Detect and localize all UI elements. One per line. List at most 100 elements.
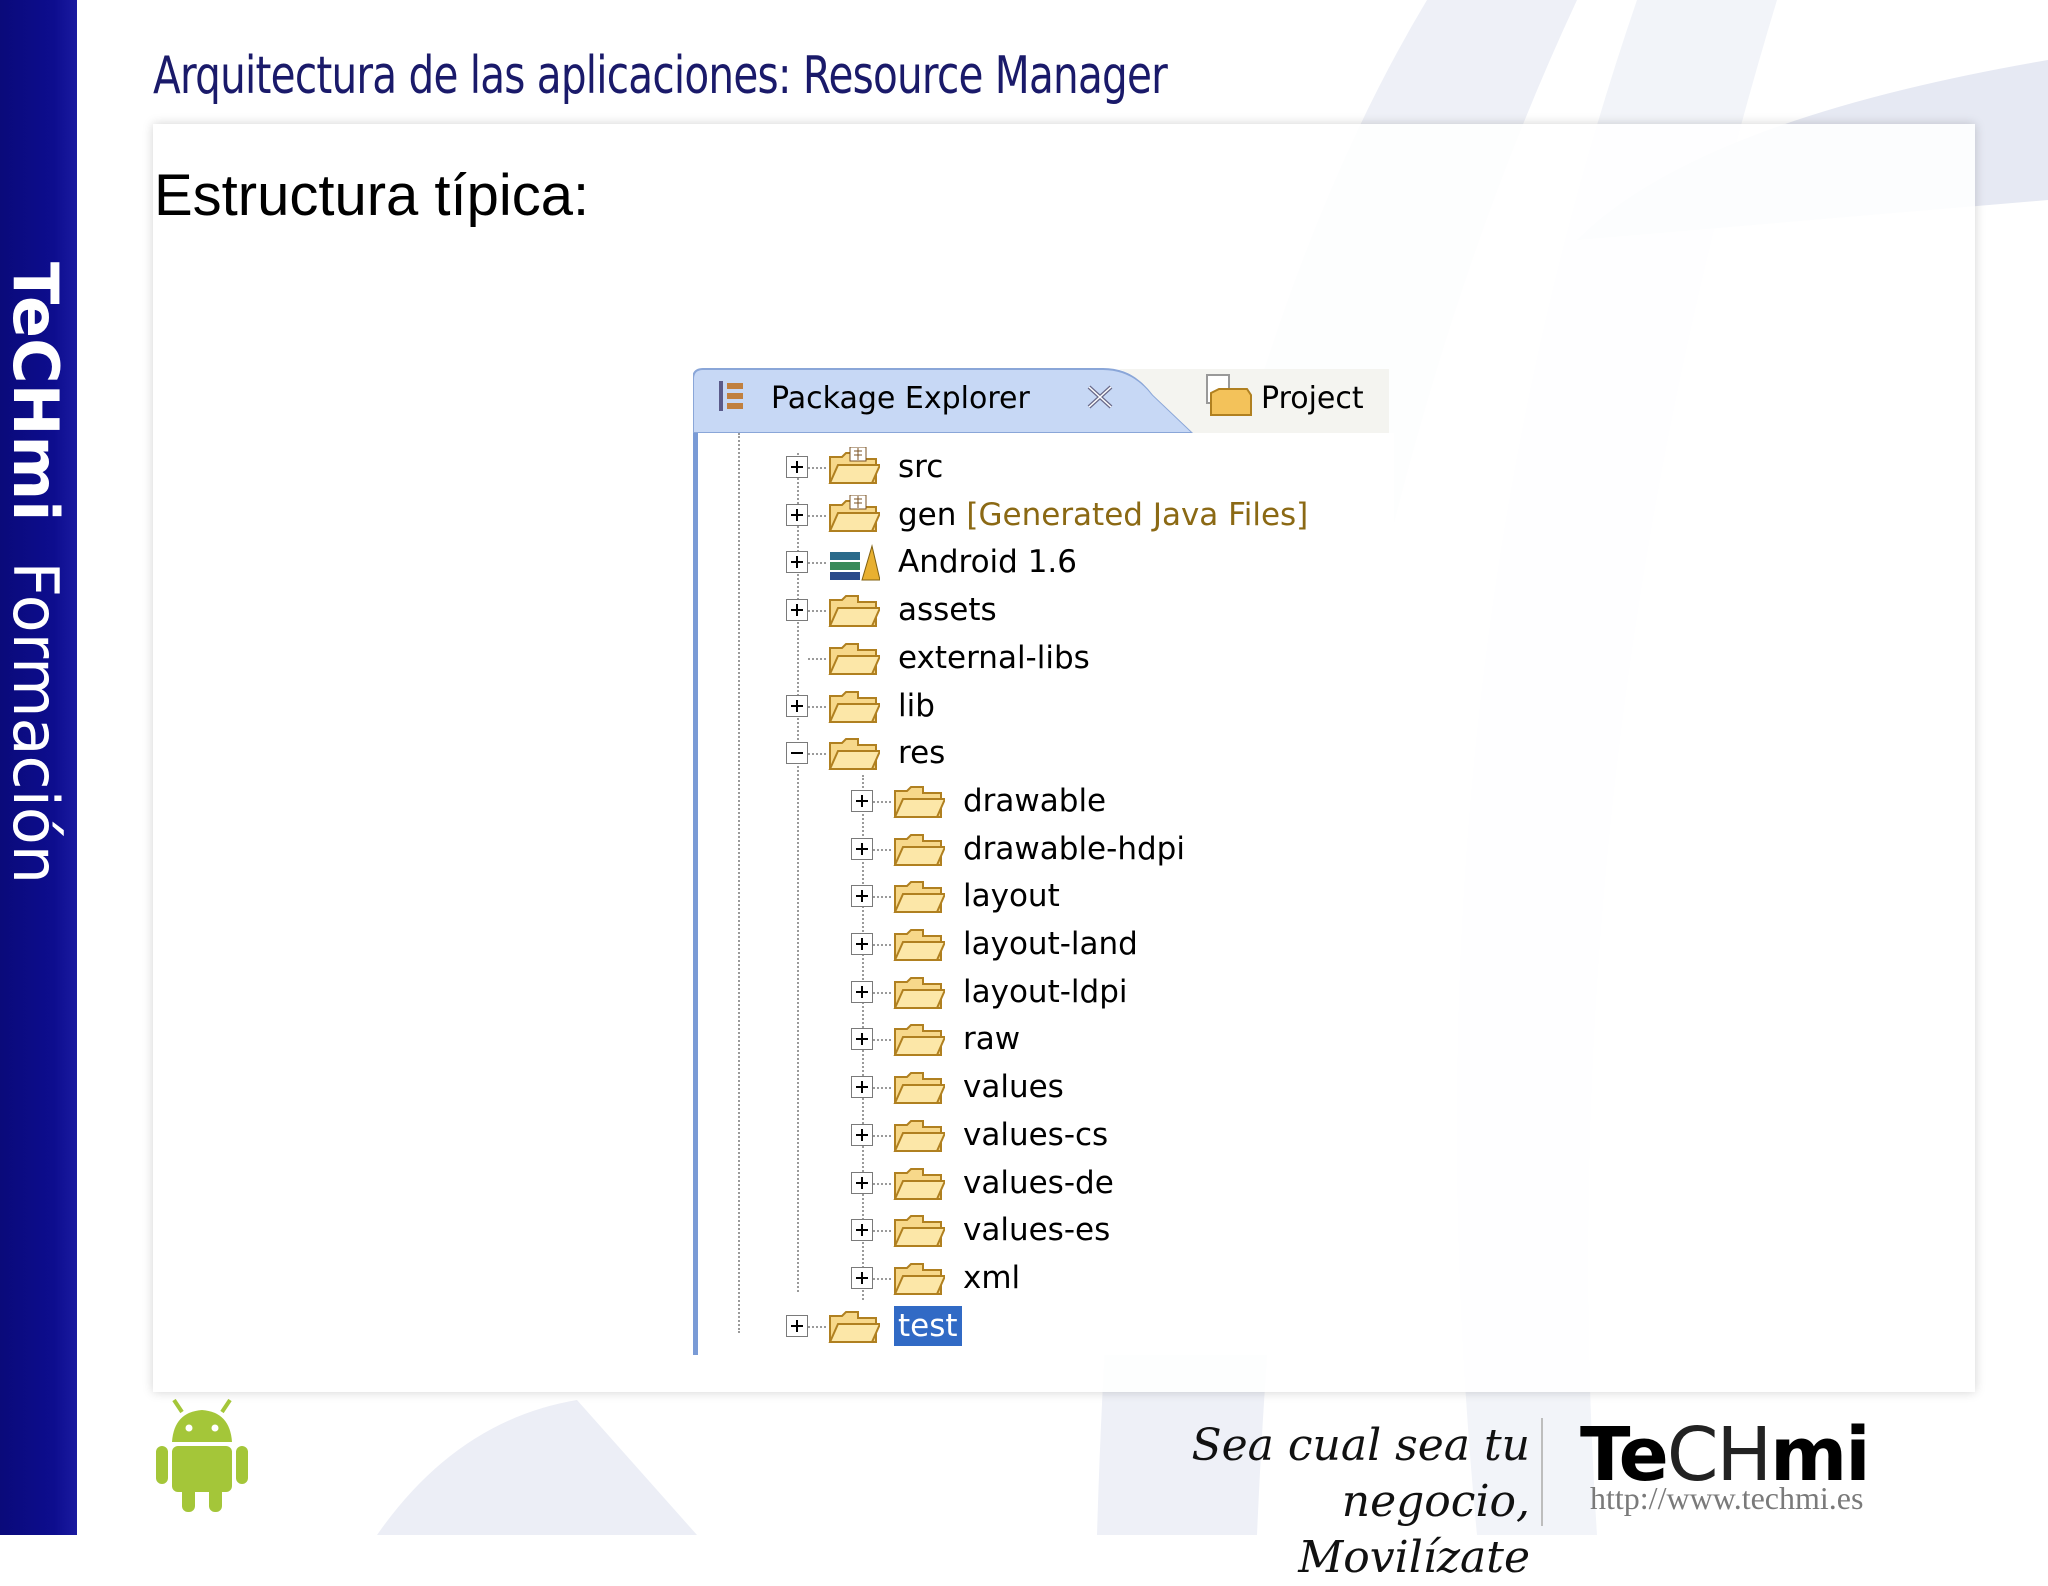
- tree-item-lib[interactable]: lib: [786, 684, 939, 728]
- tree-item-label: values: [963, 1069, 1064, 1106]
- tree-item-label: Android 1.6: [898, 544, 1078, 581]
- tree-item-values-es[interactable]: values-es: [851, 1208, 1114, 1252]
- project-tree: src gen [Generated Java Files] Android 1.6 a…: [693, 433, 1394, 1355]
- tree-item-label: xml: [963, 1259, 1021, 1296]
- tree-item-label: test: [894, 1305, 962, 1346]
- source-folder-icon: [828, 447, 880, 484]
- tree-item-label: values-de: [963, 1164, 1114, 1201]
- tab-package-explorer[interactable]: Package Explorer: [693, 365, 1143, 433]
- tree-item-label: src: [898, 449, 944, 485]
- folder-icon: [893, 1119, 945, 1152]
- tree-item-test[interactable]: test: [786, 1304, 962, 1348]
- expand-icon[interactable]: [786, 551, 808, 574]
- tree-item-label: layout-land: [963, 926, 1138, 962]
- tree-item-label: gen: [898, 496, 957, 533]
- expand-icon[interactable]: [851, 885, 873, 908]
- tree-item-layout-ldpi[interactable]: layout-ldpi: [851, 970, 1132, 1014]
- expand-icon[interactable]: [851, 1219, 873, 1242]
- view-tab-bar: Package Explorer Project: [693, 365, 1389, 433]
- website-url[interactable]: http://www.techmi.es: [1590, 1480, 1863, 1517]
- tree-item-label: values-es: [963, 1212, 1111, 1249]
- tree-item-label: layout: [963, 878, 1060, 915]
- expand-icon[interactable]: [786, 1314, 808, 1337]
- left-brand-bar: TeCHmi Formación: [0, 0, 77, 1535]
- android-robot-icon: [156, 1398, 248, 1512]
- tree-item-drawable-hdpi[interactable]: drawable-hdpi: [851, 827, 1189, 871]
- folder-icon: [893, 881, 945, 914]
- expand-icon[interactable]: [786, 503, 808, 526]
- tree-item-decoration: [Generated Java Files]: [966, 496, 1309, 533]
- folder-icon: [828, 690, 880, 723]
- package-explorer-icon: [719, 381, 743, 411]
- expand-icon[interactable]: [851, 1123, 873, 1146]
- collapse-icon[interactable]: [786, 742, 808, 765]
- folder-icon: [893, 1215, 945, 1248]
- tree-item-layout-land[interactable]: layout-land: [851, 922, 1142, 966]
- folder-icon: [828, 1310, 880, 1343]
- tree-item-label: values-cs: [963, 1116, 1109, 1153]
- expand-icon[interactable]: [786, 456, 808, 478]
- expand-icon[interactable]: [851, 933, 873, 955]
- expand-icon[interactable]: [851, 1171, 873, 1194]
- tree-item-raw[interactable]: raw: [851, 1017, 1024, 1061]
- project-icon: [1206, 374, 1252, 416]
- close-icon[interactable]: [1083, 383, 1117, 411]
- slogan-line-1: Sea cual sea tu negocio,: [1191, 1420, 1530, 1527]
- expand-icon[interactable]: [851, 837, 873, 860]
- library-icon: [830, 544, 880, 581]
- tree-item-gen[interactable]: gen [Generated Java Files]: [786, 493, 1308, 537]
- folder-icon: [828, 738, 880, 771]
- folder-icon: [893, 1262, 945, 1295]
- folder-icon: [828, 595, 880, 628]
- folder-icon: [893, 1072, 945, 1105]
- expand-icon[interactable]: [786, 694, 808, 717]
- footer-divider: [1541, 1418, 1543, 1526]
- tree-item-values-cs[interactable]: values-cs: [851, 1113, 1112, 1157]
- slogan: Sea cual sea tu negocio, Movilízate: [1080, 1418, 1530, 1586]
- tree-item-layout[interactable]: layout: [851, 874, 1064, 918]
- expand-icon[interactable]: [851, 1028, 873, 1051]
- folder-icon: [893, 929, 945, 961]
- folder-icon: [893, 976, 945, 1009]
- folder-icon: [893, 833, 945, 866]
- sidebar-tagline: Formación: [0, 561, 72, 885]
- tree-item-src[interactable]: src: [786, 445, 947, 489]
- tree-item-label: external-libs: [898, 639, 1090, 676]
- tree-item-label: res: [898, 735, 946, 772]
- tab-project-label: Project: [1261, 381, 1364, 416]
- expand-icon[interactable]: [851, 980, 873, 1003]
- tree-item-label: lib: [898, 687, 935, 724]
- tree-item-external-libs[interactable]: external-libs: [786, 636, 1094, 680]
- folder-icon: [893, 1024, 945, 1057]
- tree-item-assets[interactable]: assets: [786, 588, 1001, 632]
- tree-item-drawable[interactable]: drawable: [851, 779, 1110, 823]
- tree-item-label: layout-ldpi: [963, 973, 1128, 1010]
- slogan-line-2: Movilízate: [1298, 1532, 1530, 1583]
- tree-item-values[interactable]: values: [851, 1065, 1068, 1109]
- vertical-brand-text: TeCHmi Formación: [0, 262, 72, 884]
- tree-guide-line: [738, 433, 740, 1333]
- tab-project[interactable]: Project: [1203, 365, 1389, 433]
- folder-icon: [893, 785, 945, 818]
- folder-icon: [828, 642, 880, 675]
- tab-package-explorer-label: Package Explorer: [771, 381, 1030, 416]
- expand-icon[interactable]: [786, 599, 808, 622]
- tree-item-res[interactable]: res: [786, 731, 949, 775]
- source-folder-icon: [828, 494, 880, 532]
- slide-title: Arquitectura de las aplicaciones: Resour…: [153, 46, 1168, 106]
- expand-icon[interactable]: [851, 789, 873, 812]
- tree-item-values-de[interactable]: values-de: [851, 1161, 1118, 1205]
- sidebar-brand: TeCHmi: [0, 262, 72, 522]
- tree-item-xml[interactable]: xml: [851, 1256, 1024, 1300]
- tree-item-label: raw: [963, 1021, 1021, 1058]
- folder-icon: [893, 1167, 945, 1200]
- package-explorer-view: Package Explorer Project src gen [Generate…: [693, 365, 1394, 1355]
- tree-item-label: drawable-hdpi: [963, 830, 1185, 867]
- expand-icon[interactable]: [851, 1266, 873, 1289]
- tree-item-label: assets: [898, 592, 997, 629]
- expand-icon[interactable]: [851, 1076, 873, 1099]
- slide-subtitle: Estructura típica:: [154, 163, 590, 228]
- tree-item-android-1-6[interactable]: Android 1.6: [786, 540, 1081, 584]
- tree-item-label: drawable: [963, 782, 1107, 819]
